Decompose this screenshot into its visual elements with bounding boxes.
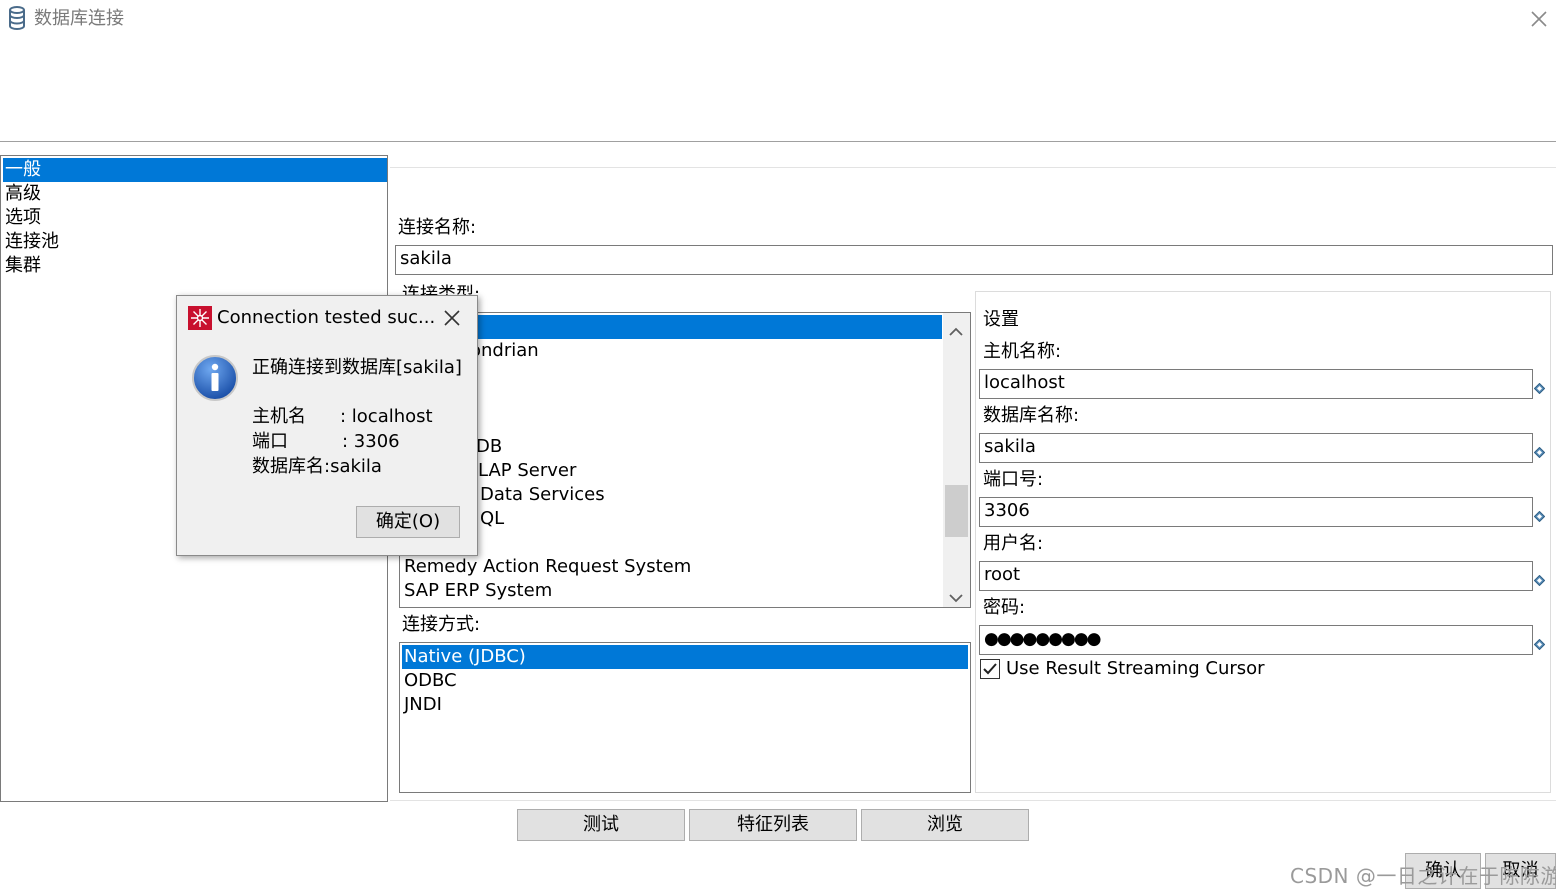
- list-item[interactable]: DB: [402, 435, 942, 459]
- content-bottom-divider: [390, 800, 1556, 801]
- connection-name-label: 连接名称:: [398, 217, 477, 238]
- settings-title: 设置: [983, 309, 1019, 330]
- nav-item-cluster[interactable]: 集群: [3, 254, 387, 278]
- dialog-host-label: 主机名: [252, 406, 306, 427]
- nav-item-general[interactable]: 一般: [3, 158, 387, 182]
- port-label: 端口号:: [983, 469, 1044, 490]
- scroll-up-icon[interactable]: [949, 321, 963, 342]
- streaming-checkbox[interactable]: [980, 659, 1000, 679]
- list-item[interactable]: SAP ERP System: [402, 579, 942, 603]
- streaming-label: Use Result Streaming Cursor: [1006, 658, 1265, 679]
- dialog-ok-button[interactable]: 确定(O): [356, 506, 460, 538]
- access-method-jndi[interactable]: JNDI: [402, 693, 968, 717]
- dialog-title: Connection tested suc...: [217, 307, 436, 328]
- content-divider: [390, 167, 1556, 168]
- list-item[interactable]: QL: [402, 507, 942, 531]
- info-icon: [191, 354, 239, 407]
- list-item-selected[interactable]: [402, 315, 942, 339]
- watermark: CSDN @一日之计在于陈陈游: [1290, 864, 1556, 888]
- list-item[interactable]: Data Services: [402, 483, 942, 507]
- connection-type-label: 连接类型:: [402, 284, 481, 295]
- dialog-host-value: : localhost: [340, 406, 433, 427]
- dialog-port-value: : 3306: [342, 431, 400, 452]
- db-input[interactable]: sakila: [979, 433, 1533, 463]
- connection-name-input[interactable]: sakila: [395, 245, 1553, 275]
- scrollbar-thumb[interactable]: [945, 485, 968, 537]
- connection-type-list: ondrian DB LAP Server Data Services QL R…: [399, 312, 971, 608]
- settings-panel: [975, 291, 1551, 793]
- access-method-label: 连接方式:: [402, 614, 481, 635]
- list-item[interactable]: Remedy Action Request System: [402, 555, 942, 579]
- nav-item-advanced[interactable]: 高级: [3, 182, 387, 206]
- user-label: 用户名:: [983, 533, 1044, 554]
- variable-diamond-icon[interactable]: [1533, 378, 1546, 399]
- user-input[interactable]: root: [979, 561, 1533, 591]
- password-input[interactable]: ●●●●●●●●●: [979, 625, 1533, 655]
- list-item[interactable]: ondrian: [402, 339, 942, 363]
- variable-diamond-icon[interactable]: [1533, 442, 1546, 463]
- header-divider: [0, 141, 1556, 142]
- checkmark-icon: [983, 663, 997, 675]
- nav-item-pooling[interactable]: 连接池: [3, 230, 387, 254]
- feature-list-button[interactable]: 特征列表: [689, 809, 857, 841]
- database-icon: [8, 6, 26, 30]
- port-input[interactable]: 3306: [979, 497, 1533, 527]
- access-method-list: Native (JDBC) ODBC JNDI: [399, 642, 971, 793]
- scroll-down-icon[interactable]: [949, 587, 963, 607]
- dialog-port-label: 端口: [252, 431, 288, 452]
- list-item[interactable]: LAP Server: [402, 459, 942, 483]
- host-input[interactable]: localhost: [979, 369, 1533, 399]
- browse-button[interactable]: 浏览: [861, 809, 1029, 841]
- host-label: 主机名称:: [983, 341, 1062, 362]
- window-title: 数据库连接: [34, 8, 124, 29]
- dialog-db-line: 数据库名:sakila: [252, 456, 382, 477]
- connection-type-scrollbar[interactable]: [943, 313, 970, 607]
- close-icon[interactable]: [1528, 8, 1550, 30]
- variable-diamond-icon[interactable]: [1533, 506, 1546, 527]
- db-label: 数据库名称:: [983, 405, 1080, 426]
- dialog-message: 正确连接到数据库[sakila]: [252, 357, 462, 378]
- access-method-native[interactable]: Native (JDBC): [402, 645, 968, 669]
- close-icon[interactable]: [441, 307, 463, 329]
- access-method-odbc[interactable]: ODBC: [402, 669, 968, 693]
- password-label: 密码:: [983, 597, 1026, 618]
- variable-diamond-icon[interactable]: [1533, 634, 1546, 655]
- test-button[interactable]: 测试: [517, 809, 685, 841]
- variable-diamond-icon[interactable]: [1533, 570, 1546, 591]
- nav-item-options[interactable]: 选项: [3, 206, 387, 230]
- app-logo-icon: [188, 306, 212, 335]
